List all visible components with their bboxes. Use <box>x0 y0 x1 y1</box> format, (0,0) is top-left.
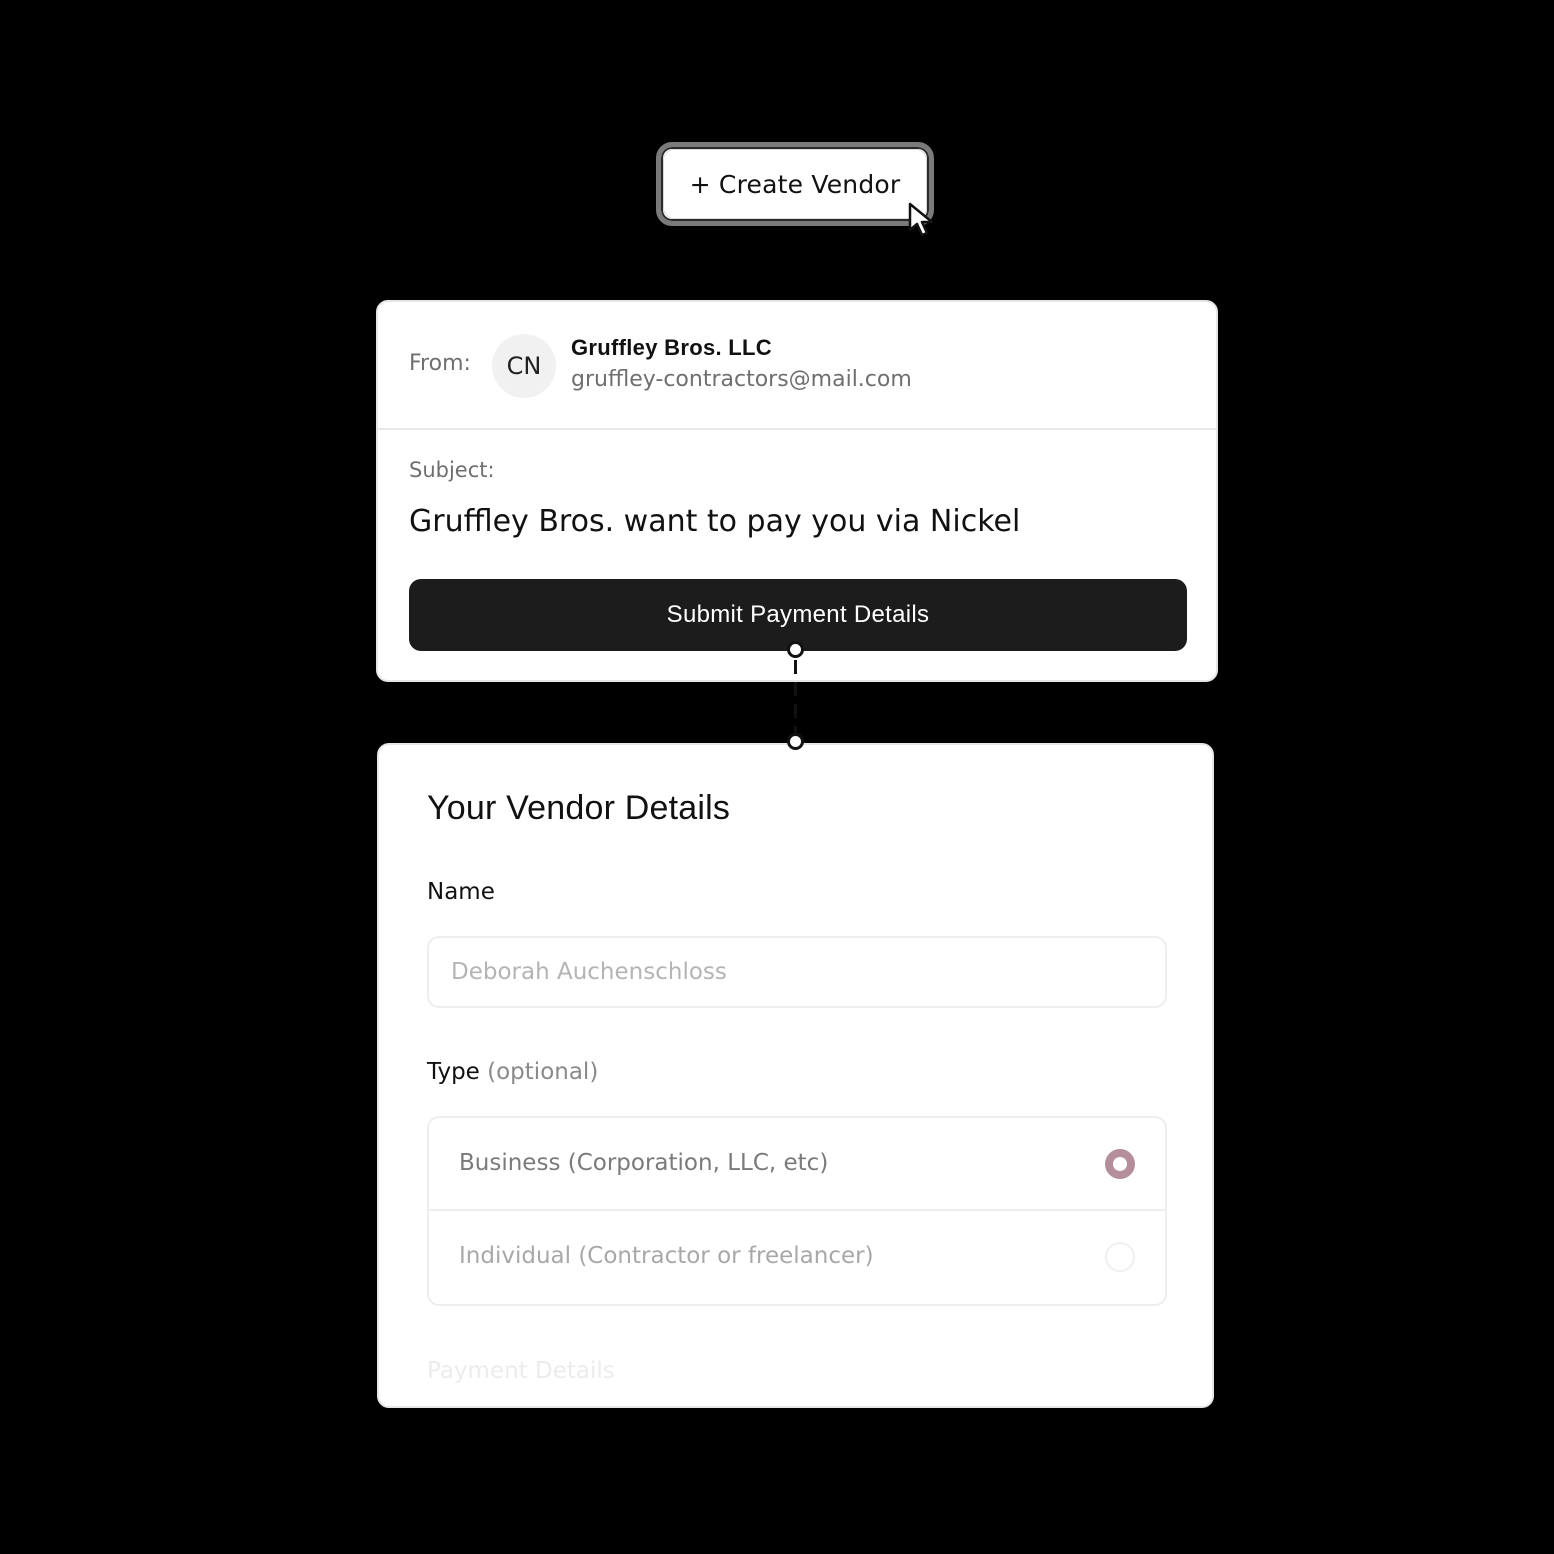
type-label: Type (optional) <box>427 1059 598 1085</box>
radio-checked-icon[interactable] <box>1105 1149 1135 1179</box>
sender-email: gruffley-contractors@mail.com <box>571 367 912 392</box>
cursor-arrow-icon <box>908 202 934 237</box>
name-input[interactable] <box>427 936 1167 1008</box>
connector-line <box>794 660 797 742</box>
type-label-text: Type <box>427 1059 480 1085</box>
submit-button-label: Submit Payment Details <box>666 601 930 628</box>
avatar: CN <box>492 334 556 398</box>
sender-name: Gruffley Bros. LLC <box>571 335 772 360</box>
vendor-type-radio-group: Business (Corporation, LLC, etc) Individ… <box>427 1116 1167 1306</box>
name-label: Name <box>427 879 495 905</box>
type-optional-hint: (optional) <box>487 1059 599 1085</box>
type-option-label: Business (Corporation, LLC, etc) <box>459 1150 829 1176</box>
radio-unchecked-icon[interactable] <box>1105 1242 1135 1272</box>
email-from-row: From: CN Gruffley Bros. LLC gruffley-con… <box>378 302 1216 430</box>
type-option-label: Individual (Contractor or freelancer) <box>459 1243 874 1269</box>
type-option-individual[interactable]: Individual (Contractor or freelancer) <box>429 1211 1165 1304</box>
from-label: From: <box>409 351 471 376</box>
submit-payment-details-button[interactable]: Submit Payment Details <box>409 579 1187 651</box>
create-vendor-label: + Create Vendor <box>689 169 901 199</box>
connector-dot-top <box>787 641 804 658</box>
connector-dot-bottom <box>787 733 804 750</box>
vendor-details-title: Your Vendor Details <box>427 789 731 827</box>
email-subject: Gruffley Bros. want to pay you via Nicke… <box>409 504 1021 539</box>
create-vendor-button[interactable]: + Create Vendor <box>656 142 934 226</box>
avatar-initials: CN <box>506 352 542 380</box>
email-card: From: CN Gruffley Bros. LLC gruffley-con… <box>376 300 1218 682</box>
vendor-details-card: Your Vendor Details Name Type (optional)… <box>377 743 1214 1408</box>
subject-label: Subject: <box>409 458 495 482</box>
payment-details-heading: Payment Details <box>427 1358 615 1384</box>
type-option-business[interactable]: Business (Corporation, LLC, etc) <box>429 1118 1165 1211</box>
